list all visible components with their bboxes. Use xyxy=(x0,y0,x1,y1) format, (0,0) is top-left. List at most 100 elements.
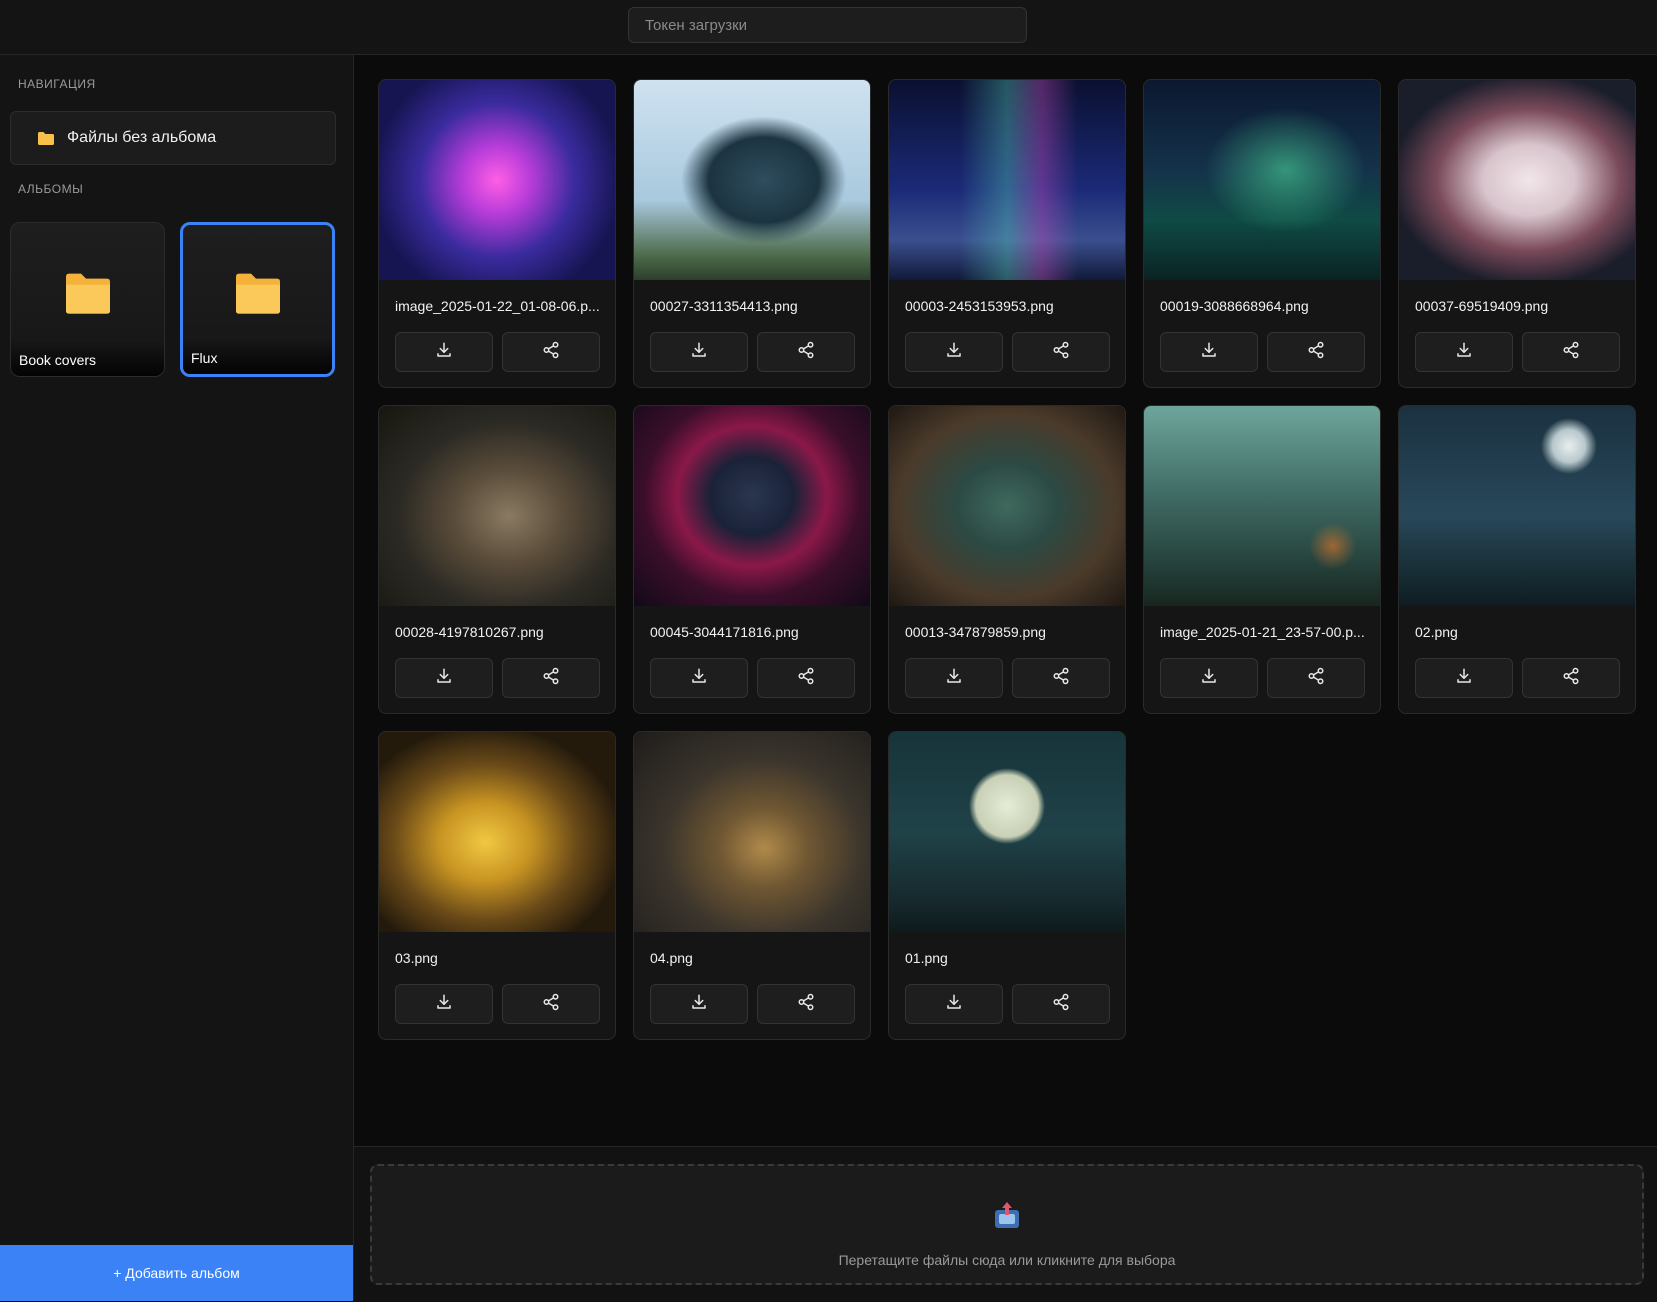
sidebar: Навигация Файлы без альбома Альбомы Book… xyxy=(0,55,354,1301)
download-icon xyxy=(1455,341,1473,364)
share-button[interactable] xyxy=(757,658,855,698)
download-button[interactable] xyxy=(395,984,493,1024)
share-button[interactable] xyxy=(1267,658,1365,698)
share-icon xyxy=(542,993,560,1016)
share-icon xyxy=(797,667,815,690)
image-thumbnail[interactable] xyxy=(1399,406,1635,606)
share-icon xyxy=(1052,993,1070,1016)
file-name: 02.png xyxy=(1415,624,1458,640)
download-icon xyxy=(690,667,708,690)
share-icon xyxy=(542,341,560,364)
file-name: image_2025-01-22_01-08-06.p... xyxy=(395,298,600,314)
share-button[interactable] xyxy=(1012,984,1110,1024)
share-button[interactable] xyxy=(1267,332,1365,372)
share-button[interactable] xyxy=(757,332,855,372)
share-button[interactable] xyxy=(502,984,600,1024)
image-thumbnail[interactable] xyxy=(379,732,615,932)
share-icon xyxy=(1307,341,1325,364)
nav-item-label: Файлы без альбома xyxy=(67,129,217,146)
upload-tray-icon xyxy=(993,1200,1021,1235)
nav-item-unsorted-files[interactable]: Файлы без альбома xyxy=(10,111,336,165)
albums-section-title: Альбомы xyxy=(18,182,84,196)
image-thumbnail[interactable] xyxy=(1144,80,1380,280)
download-button[interactable] xyxy=(395,658,493,698)
folder-icon xyxy=(37,131,55,146)
file-name: 00013-347879859.png xyxy=(905,624,1046,640)
album-book-covers[interactable]: Book covers xyxy=(10,222,165,377)
file-card: 02.png xyxy=(1398,405,1636,714)
download-button[interactable] xyxy=(905,658,1003,698)
file-card: 03.png xyxy=(378,731,616,1040)
download-button[interactable] xyxy=(1160,658,1258,698)
image-thumbnail[interactable] xyxy=(889,80,1125,280)
file-card: 01.png xyxy=(888,731,1126,1040)
image-thumbnail[interactable] xyxy=(1144,406,1380,606)
file-name: 00037-69519409.png xyxy=(1415,298,1549,314)
nav-section-title: Навигация xyxy=(18,77,96,91)
file-name: 00045-3044171816.png xyxy=(650,624,799,640)
image-thumbnail[interactable] xyxy=(634,80,870,280)
file-card: image_2025-01-21_23-57-00.p... xyxy=(1143,405,1381,714)
download-button[interactable] xyxy=(905,332,1003,372)
file-name: 01.png xyxy=(905,950,948,966)
dropzone-hint: Перетащите файлы сюда или кликните для в… xyxy=(838,1252,1176,1268)
file-name: 04.png xyxy=(650,950,693,966)
file-card: 00028-4197810267.png xyxy=(378,405,616,714)
download-icon xyxy=(1200,667,1218,690)
image-thumbnail[interactable] xyxy=(379,80,615,280)
file-name: 03.png xyxy=(395,950,438,966)
image-thumbnail[interactable] xyxy=(889,406,1125,606)
download-icon xyxy=(945,341,963,364)
share-icon xyxy=(797,341,815,364)
file-name: image_2025-01-21_23-57-00.p... xyxy=(1160,624,1365,640)
share-button[interactable] xyxy=(1012,332,1110,372)
download-button[interactable] xyxy=(650,658,748,698)
file-name: 00028-4197810267.png xyxy=(395,624,544,640)
download-icon xyxy=(1200,341,1218,364)
file-card: 00013-347879859.png xyxy=(888,405,1126,714)
image-thumbnail[interactable] xyxy=(634,732,870,932)
add-album-button[interactable]: + Добавить альбом xyxy=(0,1245,353,1301)
image-thumbnail[interactable] xyxy=(1399,80,1635,280)
album-flux[interactable]: Flux xyxy=(180,222,335,377)
share-button[interactable] xyxy=(502,332,600,372)
image-thumbnail[interactable] xyxy=(889,732,1125,932)
album-label: Book covers xyxy=(11,340,164,376)
file-card: image_2025-01-22_01-08-06.p... xyxy=(378,79,616,388)
file-card: 00003-2453153953.png xyxy=(888,79,1126,388)
share-button[interactable] xyxy=(1522,332,1620,372)
image-thumbnail[interactable] xyxy=(379,406,615,606)
share-icon xyxy=(1562,341,1580,364)
download-button[interactable] xyxy=(1415,332,1513,372)
file-name: 00027-3311354413.png xyxy=(650,298,798,314)
download-icon xyxy=(690,993,708,1016)
share-button[interactable] xyxy=(757,984,855,1024)
download-button[interactable] xyxy=(650,332,748,372)
album-label: Flux xyxy=(183,338,332,374)
share-icon xyxy=(542,667,560,690)
folder-icon xyxy=(64,271,112,320)
download-icon xyxy=(435,341,453,364)
download-icon xyxy=(1455,667,1473,690)
upload-token-input[interactable] xyxy=(628,7,1027,43)
download-button[interactable] xyxy=(905,984,1003,1024)
download-button[interactable] xyxy=(1415,658,1513,698)
folder-icon xyxy=(234,271,282,320)
file-card: 00037-69519409.png xyxy=(1398,79,1636,388)
file-card: 04.png xyxy=(633,731,871,1040)
file-card: 00027-3311354413.png xyxy=(633,79,871,388)
share-icon xyxy=(1052,667,1070,690)
download-button[interactable] xyxy=(1160,332,1258,372)
image-thumbnail[interactable] xyxy=(634,406,870,606)
download-button[interactable] xyxy=(395,332,493,372)
download-icon xyxy=(945,667,963,690)
file-dropzone[interactable]: Перетащите файлы сюда или кликните для в… xyxy=(370,1164,1644,1285)
share-button[interactable] xyxy=(502,658,600,698)
file-name: 00019-3088668964.png xyxy=(1160,298,1309,314)
file-name: 00003-2453153953.png xyxy=(905,298,1054,314)
share-icon xyxy=(1052,341,1070,364)
download-button[interactable] xyxy=(650,984,748,1024)
share-icon xyxy=(1562,667,1580,690)
share-button[interactable] xyxy=(1012,658,1110,698)
share-button[interactable] xyxy=(1522,658,1620,698)
